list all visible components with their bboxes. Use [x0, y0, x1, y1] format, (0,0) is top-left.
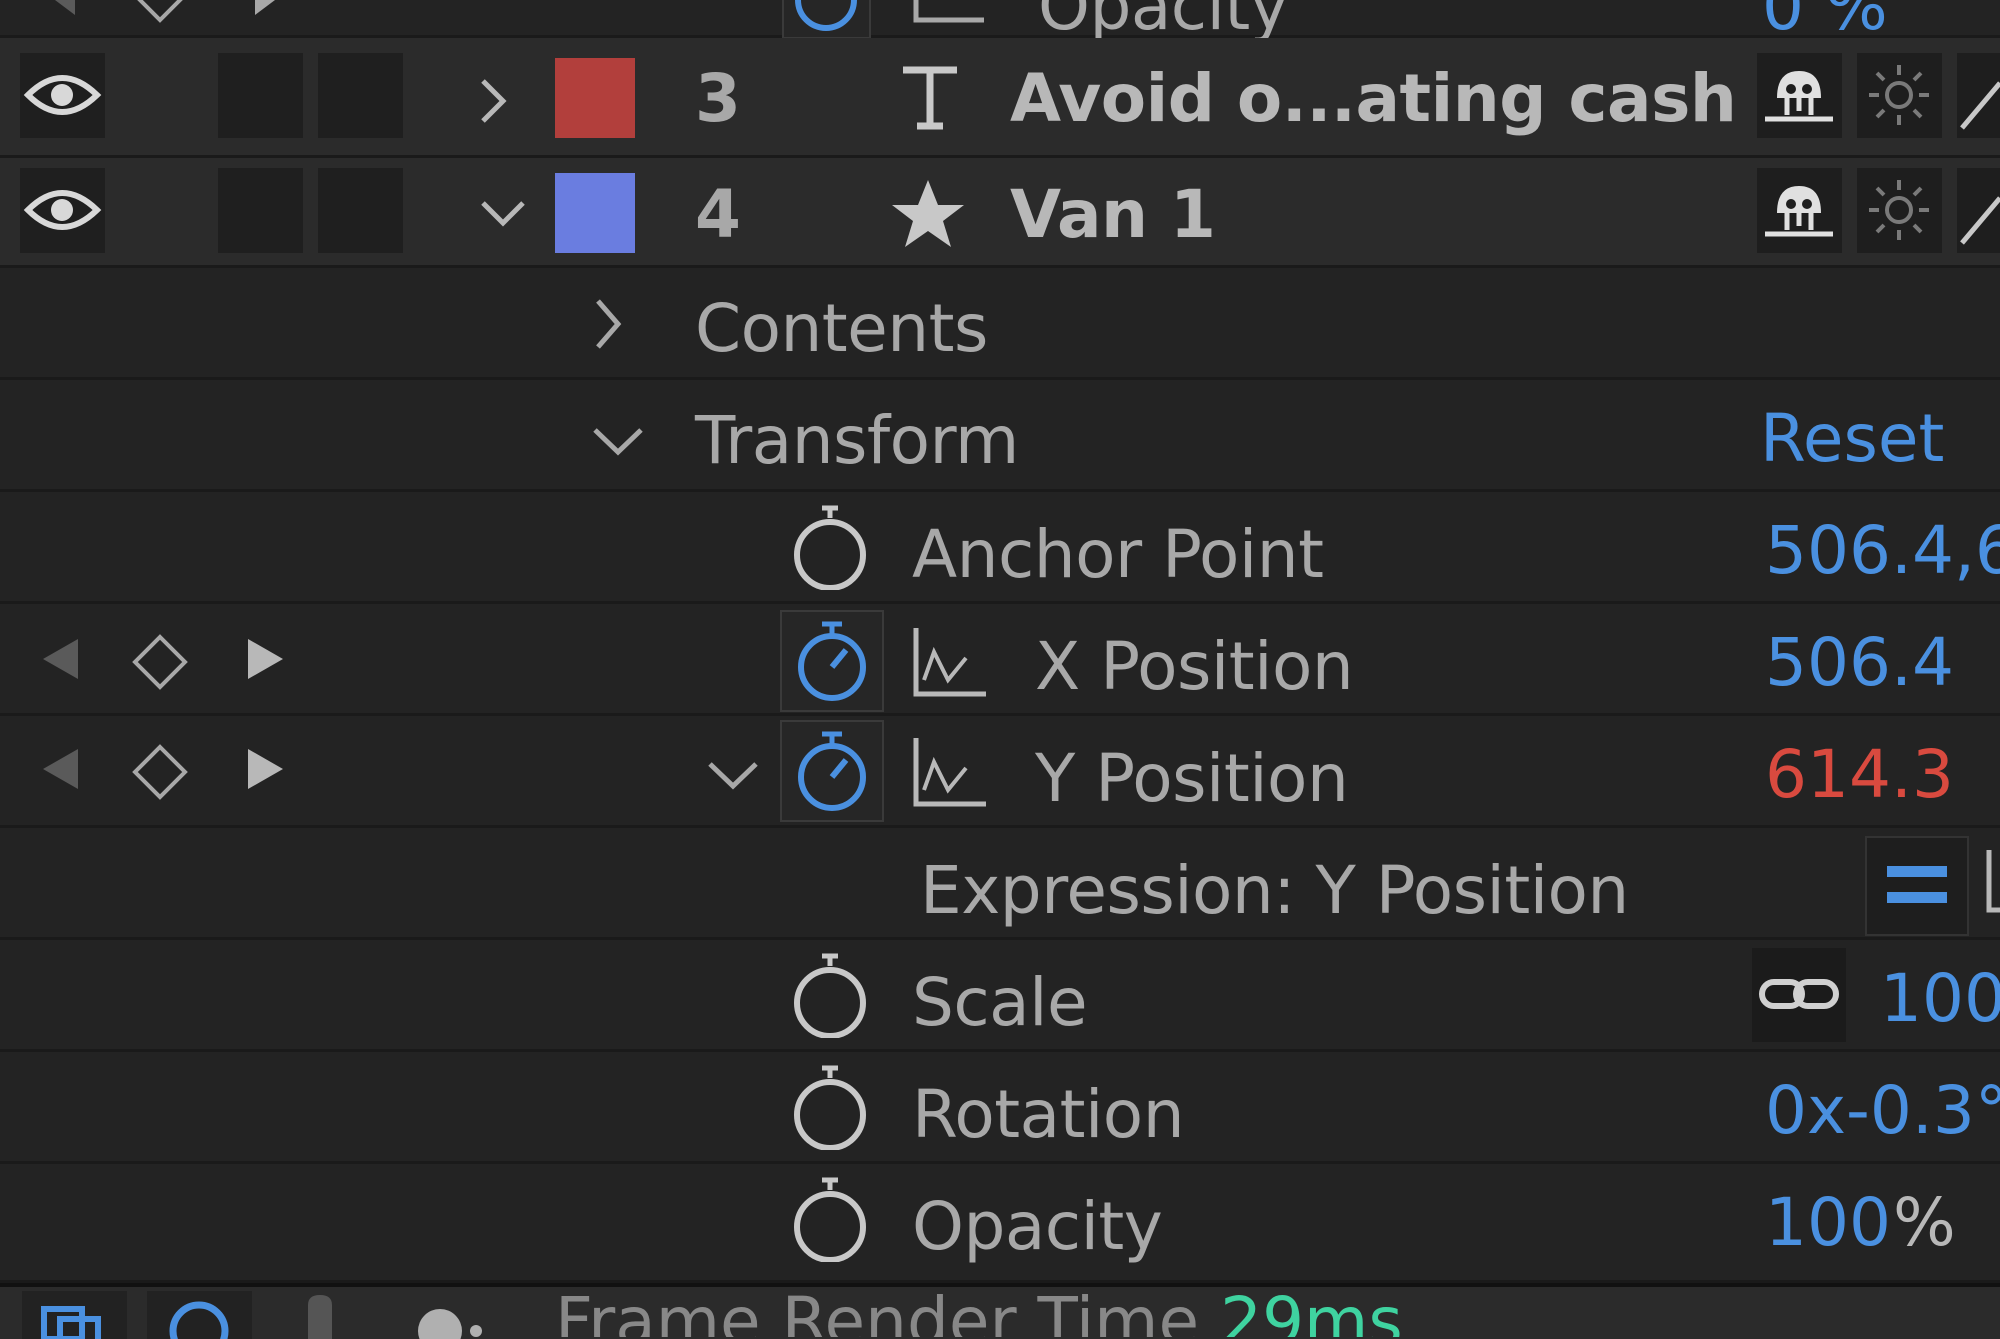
quality-slash-icon — [1960, 81, 2000, 130]
frame-render-time: Frame Render Time 29ms — [555, 1289, 1403, 1337]
status-bar: Frame Render Time 29ms — [0, 1283, 2000, 1339]
quality-toggle[interactable] — [1957, 168, 2000, 253]
lock-toggle[interactable] — [318, 53, 403, 138]
shape-star-icon — [888, 174, 968, 254]
group-label-contents: Contents — [695, 290, 988, 367]
prev-keyframe-icon[interactable] — [45, 0, 85, 20]
group-row-contents[interactable]: Contents — [0, 268, 2000, 380]
shy-toggle[interactable] — [1757, 168, 1842, 253]
keyframe-diamond-icon[interactable] — [135, 0, 185, 25]
layer-name[interactable]: Avoid o...ating cash — [1010, 60, 1737, 137]
visibility-toggle[interactable] — [20, 53, 105, 138]
layer-color-rect-3 — [555, 58, 635, 138]
prev-keyframe-icon[interactable] — [38, 744, 83, 794]
link-icon — [1759, 979, 1839, 1009]
composition-icon — [41, 1306, 101, 1339]
stopwatch-icon[interactable] — [788, 500, 868, 590]
shy-icon — [1765, 71, 1833, 122]
group-label-transform: Transform — [695, 402, 1019, 479]
keyframe-diamond-icon[interactable] — [130, 742, 190, 802]
keyframe-diamond-icon[interactable] — [130, 632, 190, 692]
property-label-y-position: Y Position — [1035, 740, 1349, 817]
property-unit-opacity: % — [1893, 1184, 1956, 1261]
expression-enable-toggle[interactable] — [1865, 836, 1969, 936]
constrain-proportions-toggle[interactable] — [1752, 948, 1846, 1042]
group-row-transform[interactable]: Transform Reset — [0, 380, 2000, 492]
collapse-toggle[interactable] — [1857, 168, 1942, 253]
chevron-right-icon[interactable] — [473, 76, 513, 126]
search-layer-icon — [169, 1301, 229, 1339]
equals-icon — [1887, 866, 1947, 903]
expression-label: Expression: Y Position — [920, 852, 1629, 929]
chevron-right-icon[interactable] — [588, 296, 628, 352]
layer-row-3[interactable]: 3 Avoid o...ating cash — [0, 38, 2000, 158]
property-value-anchor-point[interactable]: 506.4,6 — [1765, 512, 2000, 589]
layer-number: 4 — [695, 176, 741, 253]
solo-toggle[interactable] — [218, 53, 303, 138]
eye-icon — [23, 75, 102, 115]
next-keyframe-icon[interactable] — [245, 0, 285, 20]
stopwatch-icon[interactable] — [788, 948, 868, 1038]
property-row-opacity-top: Opacity 0 % — [0, 0, 2000, 45]
property-label-scale: Scale — [912, 964, 1088, 1041]
stopwatch-icon[interactable] — [782, 0, 871, 39]
property-row-opacity[interactable]: Opacity 100 % — [0, 1164, 2000, 1283]
layer-color-rect-4 — [555, 173, 635, 253]
flowchart-icon[interactable] — [290, 1291, 350, 1339]
stopwatch-icon[interactable] — [780, 720, 884, 822]
quality-slash-icon — [1960, 196, 2000, 245]
eye-icon — [23, 190, 102, 230]
chevron-down-icon[interactable] — [590, 420, 646, 460]
property-row-x-position[interactable]: X Position 506.4 — [0, 604, 2000, 716]
property-label-rotation: Rotation — [912, 1076, 1185, 1153]
property-label-anchor-point: Anchor Point — [912, 516, 1324, 593]
layer-name[interactable]: Van 1 — [1010, 176, 1216, 253]
solo-toggle[interactable] — [218, 168, 303, 253]
shy-icon — [1765, 186, 1833, 237]
expression-row-y-position[interactable]: Expression: Y Position — [0, 828, 2000, 940]
property-row-scale[interactable]: Scale 100 — [0, 940, 2000, 1052]
property-label-opacity: Opacity — [912, 1188, 1163, 1265]
sun-icon — [1869, 180, 1929, 240]
layer-color-label[interactable] — [555, 58, 635, 138]
prev-keyframe-icon[interactable] — [38, 634, 83, 684]
visibility-toggle[interactable] — [20, 168, 105, 253]
chevron-down-icon[interactable] — [705, 756, 761, 796]
graph-icon[interactable] — [910, 0, 990, 30]
property-row-rotation[interactable]: Rotation 0x-0.3° — [0, 1052, 2000, 1164]
layer-number: 3 — [695, 60, 741, 137]
stopwatch-icon[interactable] — [788, 1172, 868, 1262]
property-row-y-position[interactable]: Y Position 614.3 — [0, 716, 2000, 828]
expression-graph-icon[interactable] — [1985, 848, 2000, 918]
graph-editor-icon[interactable] — [910, 622, 990, 704]
property-label-x-position: X Position — [1035, 628, 1354, 705]
layer-color-label[interactable] — [555, 173, 635, 253]
collapse-toggle[interactable] — [1857, 53, 1942, 138]
layer-row-4[interactable]: 4 Van 1 — [0, 158, 2000, 268]
property-value-scale[interactable]: 100 — [1880, 960, 2000, 1037]
property-value-x-position[interactable]: 506.4 — [1765, 624, 1954, 701]
frame-render-time-label: Frame Render Time — [555, 1289, 1200, 1337]
graph-editor-icon[interactable] — [910, 732, 990, 814]
property-value-rotation[interactable]: 0x-0.3° — [1765, 1072, 2000, 1149]
motion-blur-icon[interactable] — [410, 1291, 500, 1339]
reset-link[interactable]: Reset — [1760, 400, 1944, 477]
quality-toggle[interactable] — [1957, 53, 2000, 138]
chevron-down-icon[interactable] — [478, 193, 528, 233]
stopwatch-icon[interactable] — [788, 1060, 868, 1150]
composition-button[interactable] — [22, 1291, 127, 1339]
sun-icon — [1869, 65, 1929, 125]
shy-toggle[interactable] — [1757, 53, 1842, 138]
property-row-anchor-point[interactable]: Anchor Point 506.4,6 — [0, 492, 2000, 604]
next-keyframe-icon[interactable] — [243, 634, 288, 684]
lock-toggle[interactable] — [318, 168, 403, 253]
property-value-y-position[interactable]: 614.3 — [1765, 736, 1954, 813]
property-value-opacity[interactable]: 100 — [1765, 1184, 1891, 1261]
next-keyframe-icon[interactable] — [243, 744, 288, 794]
render-button[interactable] — [147, 1291, 252, 1339]
stopwatch-icon[interactable] — [780, 610, 884, 712]
frame-render-time-value: 29ms — [1220, 1289, 1403, 1337]
text-layer-icon — [895, 60, 965, 130]
